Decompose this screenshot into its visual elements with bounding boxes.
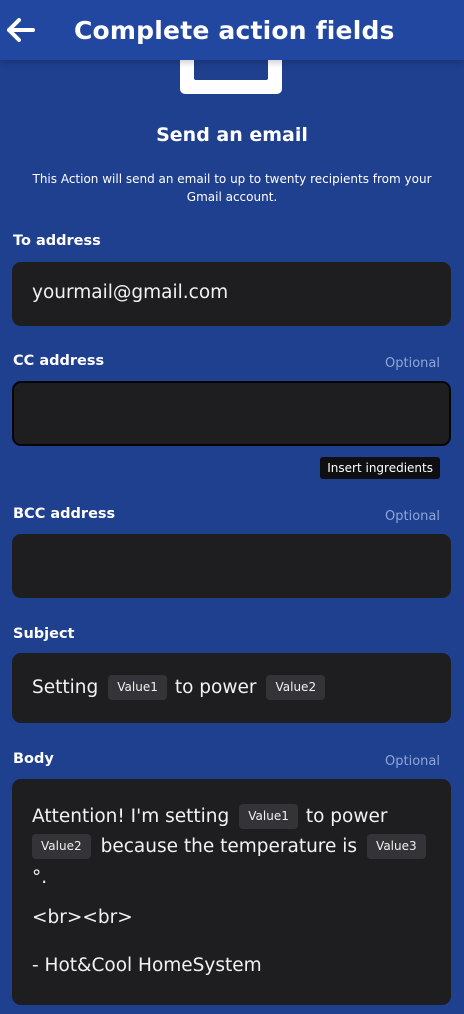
subject-field[interactable]: Setting Value1 to power Value2	[12, 653, 451, 723]
body-text: Attention! I'm setting	[32, 805, 230, 827]
to-address-value: yourmail@gmail.com	[32, 282, 229, 303]
insert-ingredients-button[interactable]: Insert ingredients	[320, 457, 440, 479]
body-label: Body	[13, 751, 54, 767]
top-bar: Complete action fields	[0, 0, 464, 60]
cc-address-label: CC address	[13, 353, 105, 369]
gmail-service-icon	[180, 60, 282, 94]
back-arrow-icon[interactable]	[4, 13, 38, 47]
subject-text-2: to power	[174, 677, 257, 698]
ingredient-pill[interactable]: Value1	[108, 675, 167, 700]
ingredient-pill[interactable]: Value3	[367, 833, 426, 859]
to-address-field[interactable]: yourmail@gmail.com	[12, 262, 451, 326]
cc-optional-label: Optional	[385, 356, 440, 371]
body-field[interactable]: Attention! I'm setting Value1 to power V…	[12, 779, 451, 1005]
body-text: because the temperature is	[100, 835, 358, 857]
ingredient-pill[interactable]: Value2	[266, 675, 326, 700]
bcc-address-label: BCC address	[13, 506, 116, 522]
body-text: to power	[305, 805, 388, 827]
bcc-address-field[interactable]	[12, 534, 451, 598]
subject-text-1: Setting	[32, 677, 99, 698]
action-title: Send an email	[156, 124, 308, 146]
bcc-optional-label: Optional	[385, 509, 440, 524]
body-text: °.	[32, 866, 48, 888]
ingredient-pill[interactable]: Value1	[239, 803, 298, 829]
body-optional-label: Optional	[385, 754, 440, 769]
body-text: - Hot&Cool HomeSystem	[32, 954, 262, 976]
action-description: This Action will send an email to up to …	[32, 172, 432, 204]
body-text: <br><br>	[32, 906, 133, 928]
cc-address-field[interactable]	[12, 381, 451, 446]
to-address-label: To address	[13, 233, 101, 249]
page-title: Complete action fields	[74, 15, 395, 45]
subject-label: Subject	[13, 626, 75, 642]
ingredient-pill[interactable]: Value2	[32, 833, 91, 859]
